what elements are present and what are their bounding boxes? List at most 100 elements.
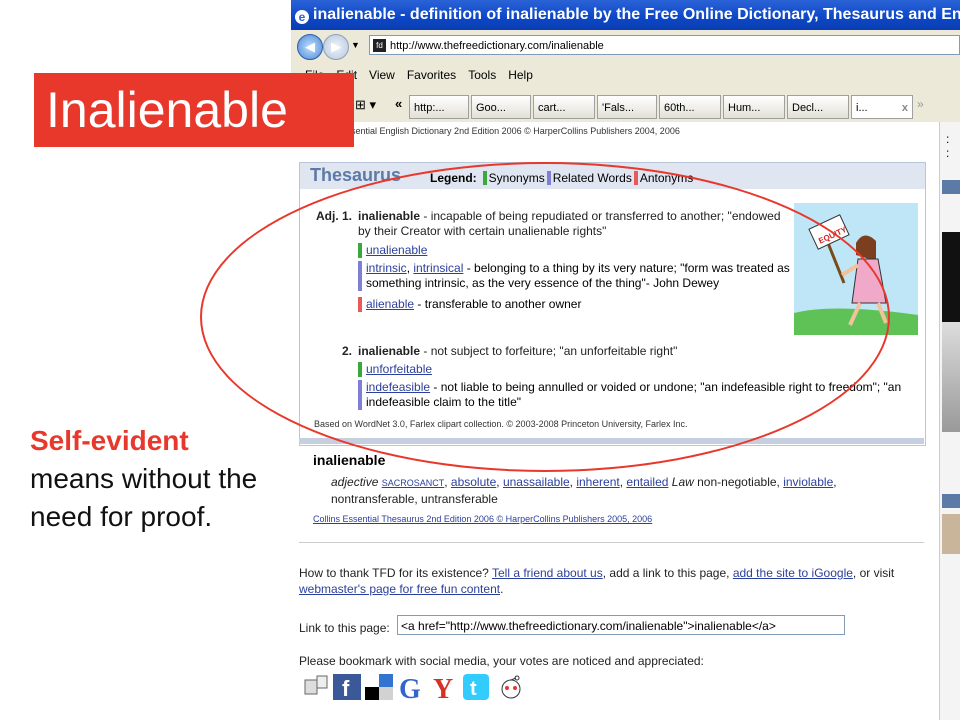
address-text: http://www.thefreedictionary.com/inalien… xyxy=(390,40,604,52)
thank-prefix: How to thank TFD for its existence? xyxy=(299,566,492,580)
sense-2-definition: inalienable - not subject to forfeiture;… xyxy=(358,344,858,359)
facebook-icon[interactable]: f xyxy=(333,674,361,701)
equity-protester-clipart: EQUITY xyxy=(794,203,918,335)
menu-help[interactable]: Help xyxy=(508,68,533,82)
thesaurus-box: Thesaurus Legend: Synonyms Related Words An… xyxy=(299,162,926,446)
sidebar-ad-dark xyxy=(942,232,960,322)
sidebar-header-blue-2 xyxy=(942,494,960,508)
google-icon[interactable]: G xyxy=(399,674,427,705)
collins-synonym-link[interactable]: entailed xyxy=(626,475,668,489)
twitter-icon[interactable]: t xyxy=(463,674,491,700)
tab-label: http:... xyxy=(414,102,445,114)
divider xyxy=(299,542,924,543)
tab-3[interactable]: cart... xyxy=(533,95,595,119)
tab-bar: ⊞ ▾ « http:... Goo... cart... 'Fals... 6… xyxy=(291,92,960,122)
related-link[interactable]: intrinsic xyxy=(366,261,407,275)
antonym-gloss: - transferable to another owner xyxy=(414,297,582,311)
tab-active[interactable]: i... x xyxy=(851,95,913,119)
menu-favorites[interactable]: Favorites xyxy=(407,68,456,82)
wordnet-credit: Based on WordNet 3.0, Farlex clipart col… xyxy=(314,419,688,429)
tab-5[interactable]: 60th... xyxy=(659,95,721,119)
bookmark-icon[interactable] xyxy=(303,674,331,700)
svg-text:f: f xyxy=(342,676,350,700)
svg-text:G: G xyxy=(399,674,421,700)
thank-tfd-text: How to thank TFD for its existence? Tell… xyxy=(299,565,919,597)
add-igoogle-link[interactable]: add the site to iGoogle xyxy=(733,566,853,580)
sidebar-dots: :: xyxy=(946,132,950,160)
collins-synonym-link[interactable]: absolute xyxy=(451,475,496,489)
collins-credit-link[interactable]: Collins Essential Thesaurus 2nd Edition … xyxy=(313,514,652,524)
delicious-icon[interactable] xyxy=(365,674,393,700)
tfd-favicon-icon: fd xyxy=(373,39,386,52)
thank-mid2: , or visit xyxy=(852,566,895,580)
related-gloss: - not liable to being annulled or voided… xyxy=(366,380,902,409)
forward-button[interactable]: ▶ xyxy=(323,34,349,60)
legend: Legend: Synonyms Related Words Antonyms xyxy=(430,171,693,185)
close-tab-icon[interactable]: x xyxy=(902,96,908,118)
reddit-icon[interactable] xyxy=(497,674,525,700)
synonym-row: unalienable xyxy=(358,243,427,258)
tab-4[interactable]: 'Fals... xyxy=(597,95,657,119)
definition-note: Self-evident means without the need for … xyxy=(30,422,270,536)
webmaster-link[interactable]: webmaster's page for free fun content xyxy=(299,582,500,596)
antonym-link[interactable]: alienable xyxy=(366,297,414,311)
related-row: indefeasible - not liable to being annul… xyxy=(358,380,926,410)
sense-headword: inalienable xyxy=(358,209,421,223)
browser-window: e inalienable - definition of inalienable… xyxy=(291,0,960,720)
menu-view[interactable]: View xyxy=(369,68,395,82)
definition-text: means without the need for proof. xyxy=(30,463,258,532)
sidebar-thumb xyxy=(942,514,960,554)
collins-headword: inalienable xyxy=(313,452,386,468)
sidebar-ad-image xyxy=(942,322,960,432)
navigation-bar: ◀ ▶ ▼ fd http://www.thefreedictionary.co… xyxy=(291,30,960,62)
dictionary-credit: Collins Essential English Dictionary 2nd… xyxy=(311,126,911,136)
synonym-color-swatch xyxy=(482,171,487,185)
tab-7[interactable]: Decl... xyxy=(787,95,849,119)
back-button[interactable]: ◀ xyxy=(297,34,323,60)
law-label: Law xyxy=(671,475,694,489)
legend-related: Related Words xyxy=(552,171,632,185)
bookmark-text: Please bookmark with social media, your … xyxy=(299,654,704,668)
thesaurus-title: Thesaurus xyxy=(310,165,402,185)
tab-2[interactable]: Goo... xyxy=(471,95,531,119)
tab-label: i... xyxy=(856,102,868,114)
tab-scroll-right-icon[interactable]: » xyxy=(917,97,924,111)
law-text: non-negotiable, xyxy=(693,475,784,489)
synonym-link[interactable]: unalienable xyxy=(366,243,427,257)
yahoo-icon[interactable]: Y xyxy=(431,674,459,705)
thank-mid: , add a link to this page, xyxy=(602,566,733,580)
tab-6[interactable]: Hum... xyxy=(723,95,785,119)
svg-text:t: t xyxy=(470,678,477,700)
tab-label: Decl... xyxy=(792,102,824,114)
menu-bar: FileEditViewFavoritesToolsHelp xyxy=(291,62,960,88)
related-color-swatch xyxy=(546,171,551,185)
collins-synonym-link[interactable]: SACROSANCT xyxy=(382,478,445,488)
sense-headword: inalienable xyxy=(358,344,421,358)
quick-tabs-icon[interactable]: ⊞ ▾ xyxy=(355,97,395,117)
collins-synonym-link[interactable]: unassailable xyxy=(503,475,570,489)
tab-label: Goo... xyxy=(476,102,506,114)
collins-dictionary-credit: Collins Essential English Dictionary 2nd… xyxy=(311,126,680,136)
antonym-color-swatch xyxy=(633,171,638,185)
related-row: intrinsic, intrinsical - belonging to a … xyxy=(358,261,802,291)
tab-1[interactable]: http:... xyxy=(409,95,469,119)
related-link[interactable]: indefeasible xyxy=(366,380,430,394)
collins-synonym-link[interactable]: inviolable xyxy=(783,475,833,489)
sidebar-header-blue xyxy=(942,180,960,194)
synonym-row: unforfeitable xyxy=(358,362,432,377)
history-dropdown-icon[interactable]: ▼ xyxy=(351,40,360,50)
tab-label: 'Fals... xyxy=(602,102,635,114)
legend-synonyms: Synonyms xyxy=(488,171,545,185)
tab-scroll-left-icon[interactable]: « xyxy=(395,96,402,111)
menu-tools[interactable]: Tools xyxy=(468,68,496,82)
related-link[interactable]: intrinsical xyxy=(413,261,463,275)
highlight-term: Self-evident xyxy=(30,425,189,456)
sense-gloss: - incapable of being repudiated or trans… xyxy=(358,209,781,238)
link-code-field[interactable]: <a href="http://www.thefreedictionary.co… xyxy=(397,615,845,635)
address-bar[interactable]: fd http://www.thefreedictionary.com/inal… xyxy=(369,35,960,55)
synonym-link[interactable]: unforfeitable xyxy=(366,362,432,376)
tell-friend-link[interactable]: Tell a friend about us xyxy=(492,566,603,580)
legend-antonyms: Antonyms xyxy=(639,171,694,185)
collins-synonym-link[interactable]: inherent xyxy=(576,475,619,489)
page-content: Collins Essential English Dictionary 2nd… xyxy=(291,122,960,720)
